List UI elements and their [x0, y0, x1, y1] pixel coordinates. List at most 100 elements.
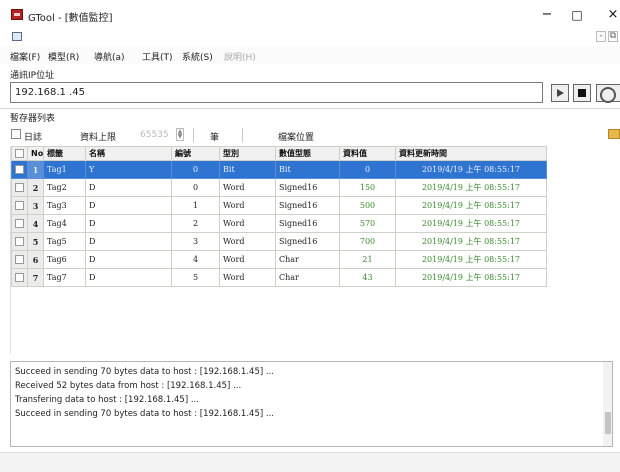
- cell-tag[interactable]: Tag3: [43, 196, 86, 215]
- row-checkbox-cell[interactable]: [11, 268, 28, 287]
- cell-tag[interactable]: Tag4: [43, 214, 86, 233]
- cell-type[interactable]: Word: [219, 214, 276, 233]
- cell-type[interactable]: Word: [219, 178, 276, 197]
- cell-type[interactable]: Bit: [219, 160, 276, 179]
- cell-updated[interactable]: 2019/4/19 上午 08:55:17: [395, 268, 547, 287]
- row-number[interactable]: 2: [27, 178, 44, 197]
- cell-name[interactable]: D: [85, 196, 172, 215]
- col-header-value[interactable]: 資料值: [339, 146, 396, 161]
- cell-value-type[interactable]: Signed16: [275, 196, 340, 215]
- col-header-type[interactable]: 型別: [219, 146, 276, 161]
- cell-id[interactable]: 3: [171, 232, 220, 251]
- row-number[interactable]: 3: [27, 196, 44, 215]
- row-checkbox-cell[interactable]: [11, 214, 28, 233]
- ip-address-input[interactable]: 192.168.1 .45: [10, 82, 543, 103]
- cell-updated[interactable]: 2019/4/19 上午 08:55:17: [395, 196, 547, 215]
- table-row[interactable]: 4 Tag4 D 2 Word Signed16 570 2019/4/19 上午 08:55…: [11, 214, 547, 233]
- col-header-tag[interactable]: 標籤: [43, 146, 86, 161]
- table-row[interactable]: 5 Tag5 D 3 Word Signed16 700 2019/4/19 上午 08:55…: [11, 232, 547, 251]
- cell-value[interactable]: 21: [339, 250, 396, 269]
- close-button[interactable]: ×: [600, 6, 620, 24]
- upper-limit-spinner[interactable]: ▲ ▼: [176, 128, 184, 141]
- log-scrollbar[interactable]: [603, 362, 612, 446]
- table-row[interactable]: 2 Tag2 D 0 Word Signed16 150 2019/4/19 上午 08:55…: [11, 178, 547, 197]
- upper-limit-input[interactable]: 65535: [140, 130, 169, 140]
- cell-id[interactable]: 0: [171, 160, 220, 179]
- row-checkbox[interactable]: [15, 255, 24, 265]
- cell-id[interactable]: 0: [171, 178, 220, 197]
- row-checkbox[interactable]: [15, 165, 24, 175]
- cell-value[interactable]: 500: [339, 196, 396, 215]
- cell-value-type[interactable]: Char: [275, 268, 340, 287]
- cell-name[interactable]: D: [85, 232, 172, 251]
- document-icon[interactable]: [12, 32, 22, 41]
- col-header-value-type[interactable]: 數值型態: [275, 146, 340, 161]
- cell-tag[interactable]: Tag7: [43, 268, 86, 287]
- cell-tag[interactable]: Tag6: [43, 250, 86, 269]
- row-checkbox-cell[interactable]: [11, 178, 28, 197]
- menu-navigate[interactable]: 導航(a): [94, 50, 125, 63]
- table-row[interactable]: 1 Tag1 Y 0 Bit Bit 0 2019/4/19 上午 08:55:17: [11, 160, 547, 179]
- table-row[interactable]: 3 Tag3 D 1 Word Signed16 500 2019/4/19 上午 08:55…: [11, 196, 547, 215]
- table-row[interactable]: 6 Tag6 D 4 Word Char 21 2019/4/19 上午 08:55:17: [11, 250, 547, 269]
- cell-name[interactable]: D: [85, 250, 172, 269]
- cell-id[interactable]: 4: [171, 250, 220, 269]
- col-header-updated[interactable]: 資料更新時間: [395, 146, 547, 161]
- cell-value-type[interactable]: Bit: [275, 160, 340, 179]
- row-checkbox-cell[interactable]: [11, 232, 28, 251]
- cell-tag[interactable]: Tag1: [43, 160, 86, 179]
- cell-value[interactable]: 0: [339, 160, 396, 179]
- cell-id[interactable]: 5: [171, 268, 220, 287]
- row-checkbox[interactable]: [15, 201, 24, 211]
- cell-type[interactable]: Word: [219, 250, 276, 269]
- cell-value[interactable]: 150: [339, 178, 396, 197]
- cell-updated[interactable]: 2019/4/19 上午 08:55:17: [395, 160, 547, 179]
- cell-tag[interactable]: Tag2: [43, 178, 86, 197]
- cell-value-type[interactable]: Signed16: [275, 214, 340, 233]
- row-checkbox-cell[interactable]: [11, 250, 28, 269]
- row-number[interactable]: 5: [27, 232, 44, 251]
- row-checkbox-cell[interactable]: [11, 196, 28, 215]
- cell-id[interactable]: 1: [171, 196, 220, 215]
- cell-value[interactable]: 570: [339, 214, 396, 233]
- col-header-check[interactable]: [11, 146, 28, 161]
- row-checkbox[interactable]: [15, 183, 24, 193]
- row-checkbox[interactable]: [15, 219, 24, 229]
- cell-value-type[interactable]: Signed16: [275, 178, 340, 197]
- col-header-name[interactable]: 名稱: [85, 146, 172, 161]
- row-number[interactable]: 4: [27, 214, 44, 233]
- cell-id[interactable]: 2: [171, 214, 220, 233]
- cell-updated[interactable]: 2019/4/19 上午 08:55:17: [395, 250, 547, 269]
- col-header-no[interactable]: No: [27, 146, 44, 161]
- cell-updated[interactable]: 2019/4/19 上午 08:55:17: [395, 178, 547, 197]
- cell-tag[interactable]: Tag5: [43, 232, 86, 251]
- cell-value-type[interactable]: Signed16: [275, 232, 340, 251]
- menu-model[interactable]: 模型(R): [48, 50, 79, 63]
- record-icon[interactable]: [596, 84, 620, 103]
- cell-value[interactable]: 700: [339, 232, 396, 251]
- cell-name[interactable]: Y: [85, 160, 172, 179]
- folder-icon[interactable]: [608, 129, 620, 139]
- minimize-button[interactable]: −: [534, 6, 560, 24]
- log-checkbox[interactable]: [11, 129, 21, 139]
- menu-tools[interactable]: 工具(T): [142, 50, 173, 63]
- cell-name[interactable]: D: [85, 178, 172, 197]
- stop-icon[interactable]: [573, 84, 591, 102]
- cell-name[interactable]: D: [85, 214, 172, 233]
- row-number[interactable]: 6: [27, 250, 44, 269]
- row-checkbox[interactable]: [15, 237, 24, 247]
- row-number[interactable]: 7: [27, 268, 44, 287]
- row-checkbox[interactable]: [15, 273, 24, 283]
- cell-value[interactable]: 43: [339, 268, 396, 287]
- cell-type[interactable]: Word: [219, 232, 276, 251]
- cell-value-type[interactable]: Char: [275, 250, 340, 269]
- log-panel[interactable]: Succeed in sending 70 bytes data to host…: [10, 361, 613, 447]
- log-scroll-thumb[interactable]: [605, 412, 611, 434]
- col-header-id[interactable]: 編號: [171, 146, 220, 161]
- select-all-checkbox[interactable]: [15, 149, 24, 158]
- cell-name[interactable]: D: [85, 268, 172, 287]
- play-icon[interactable]: [551, 84, 569, 102]
- table-row[interactable]: 7 Tag7 D 5 Word Char 43 2019/4/19 上午 08:55:17: [11, 268, 547, 287]
- menu-file[interactable]: 檔案(F): [10, 50, 40, 63]
- cell-updated[interactable]: 2019/4/19 上午 08:55:17: [395, 214, 547, 233]
